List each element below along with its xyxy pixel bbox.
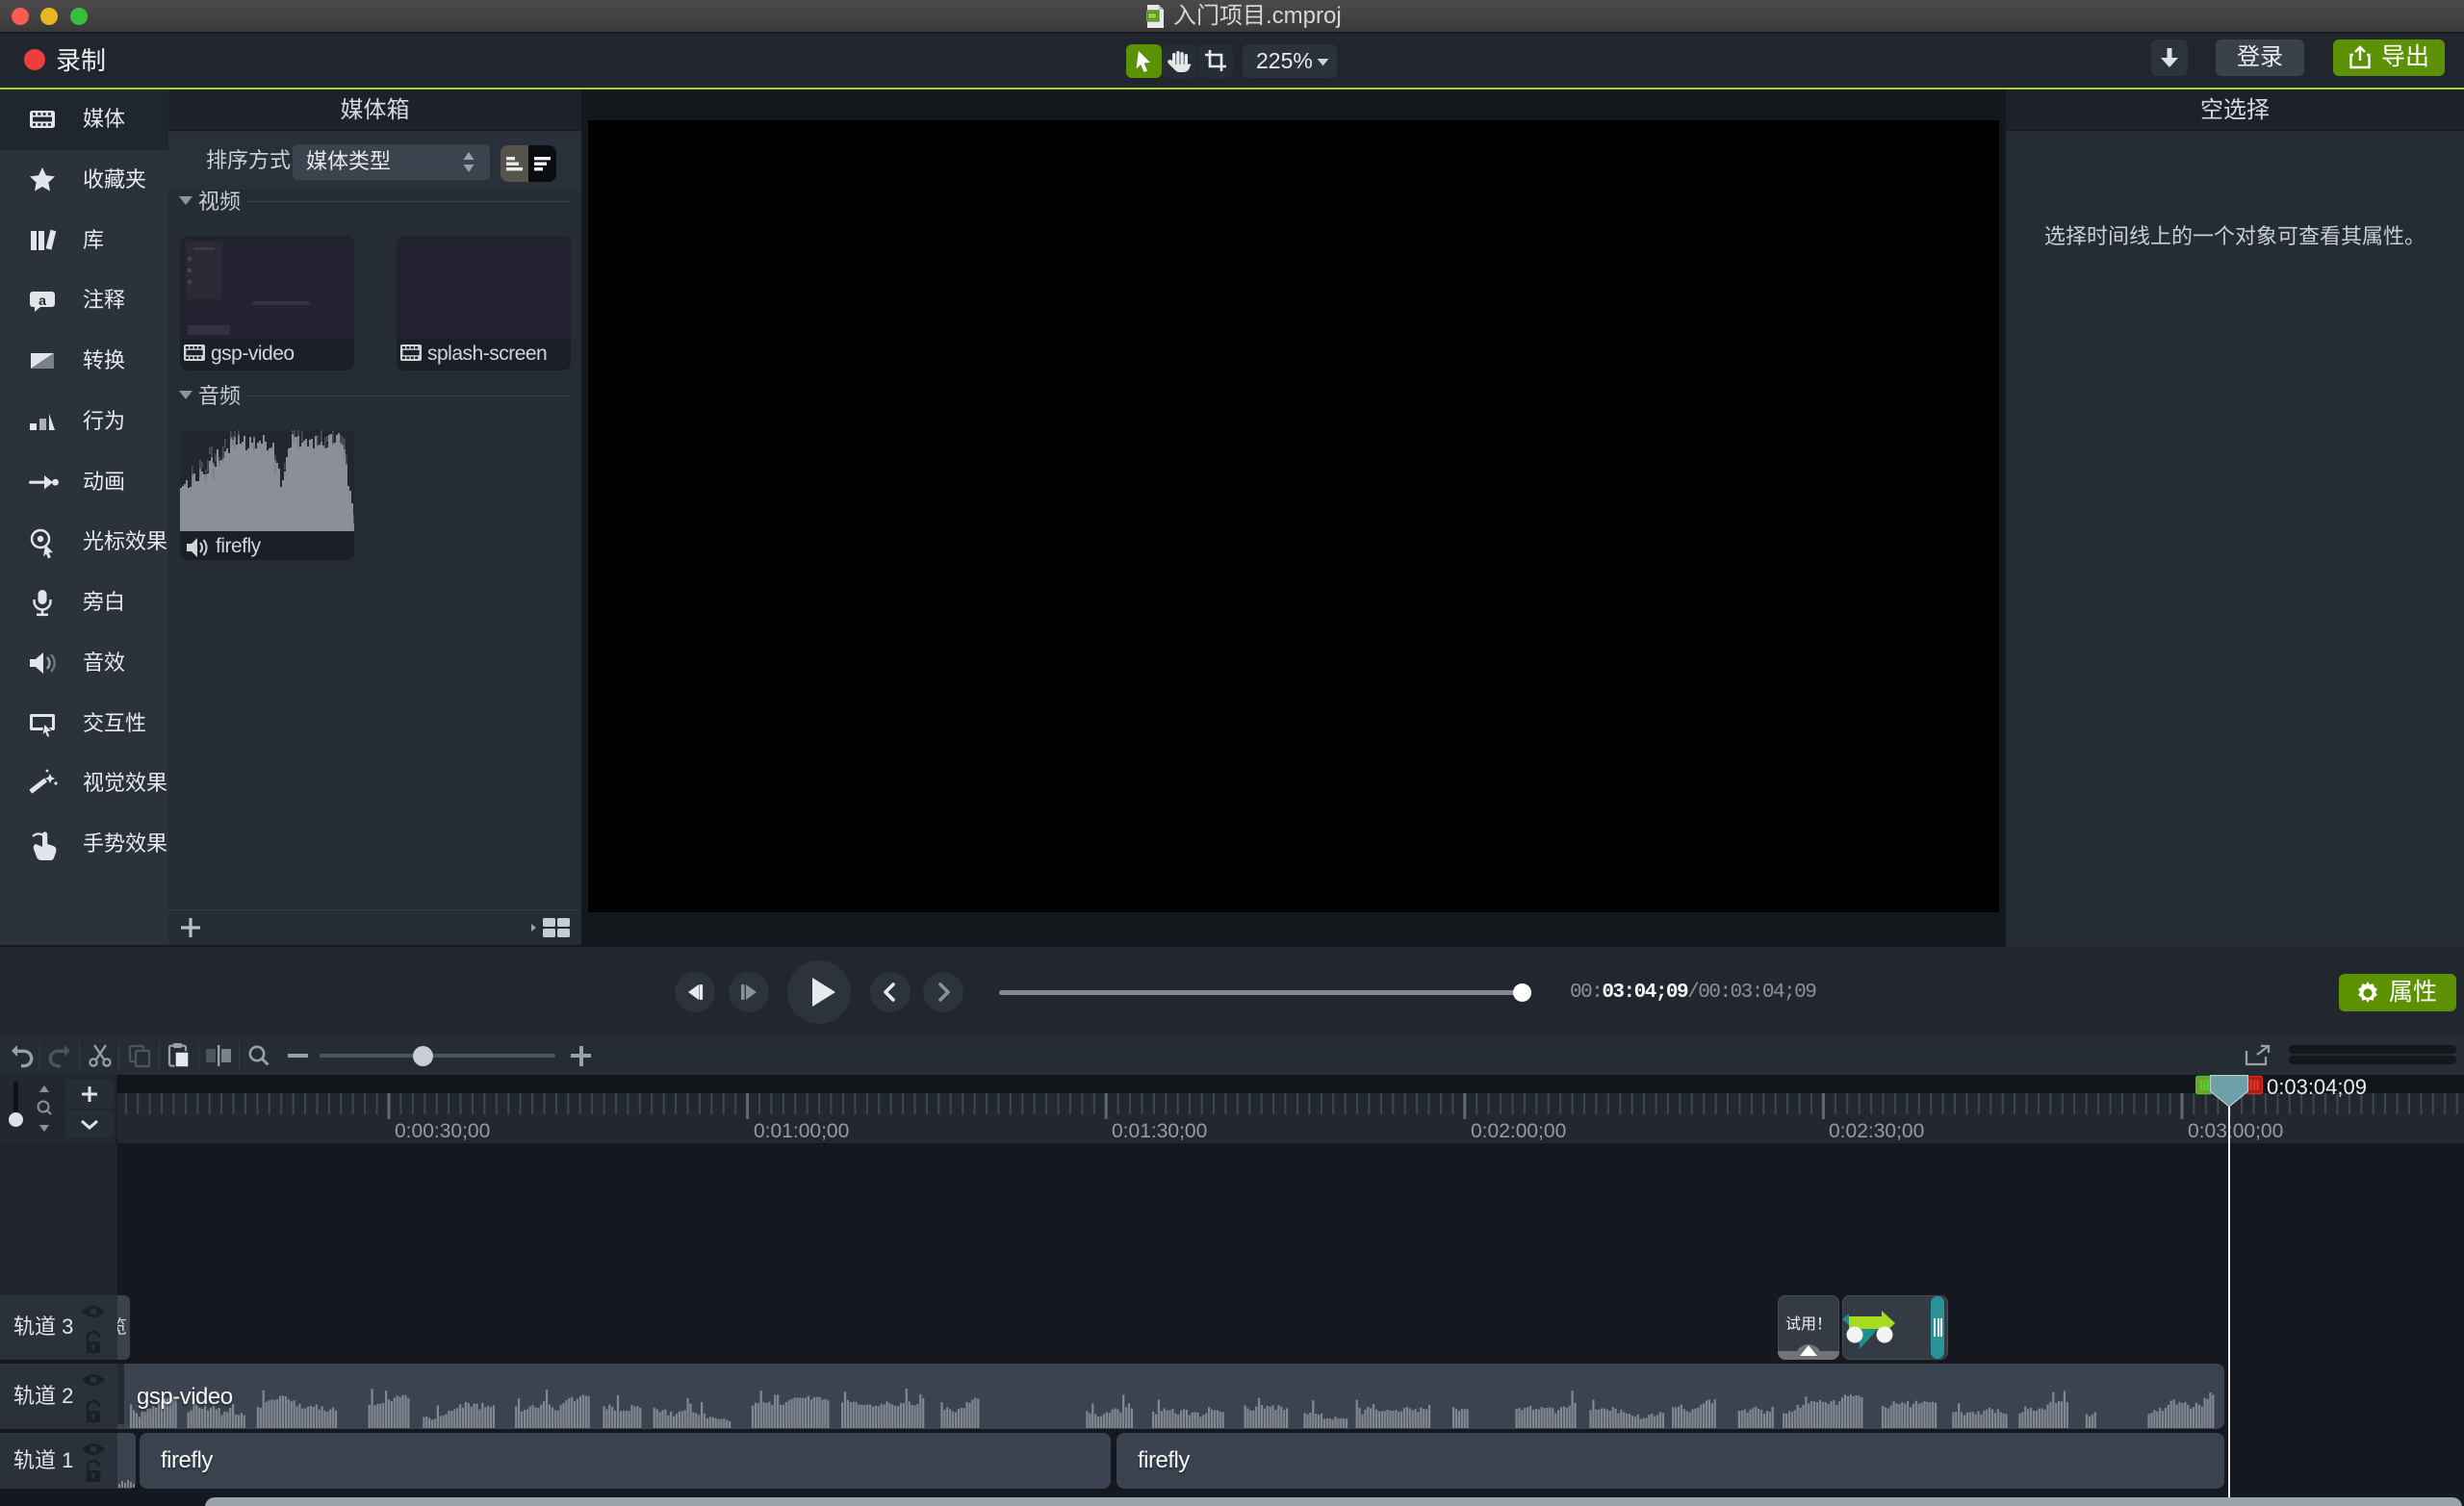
- svg-text:a: a: [38, 293, 46, 308]
